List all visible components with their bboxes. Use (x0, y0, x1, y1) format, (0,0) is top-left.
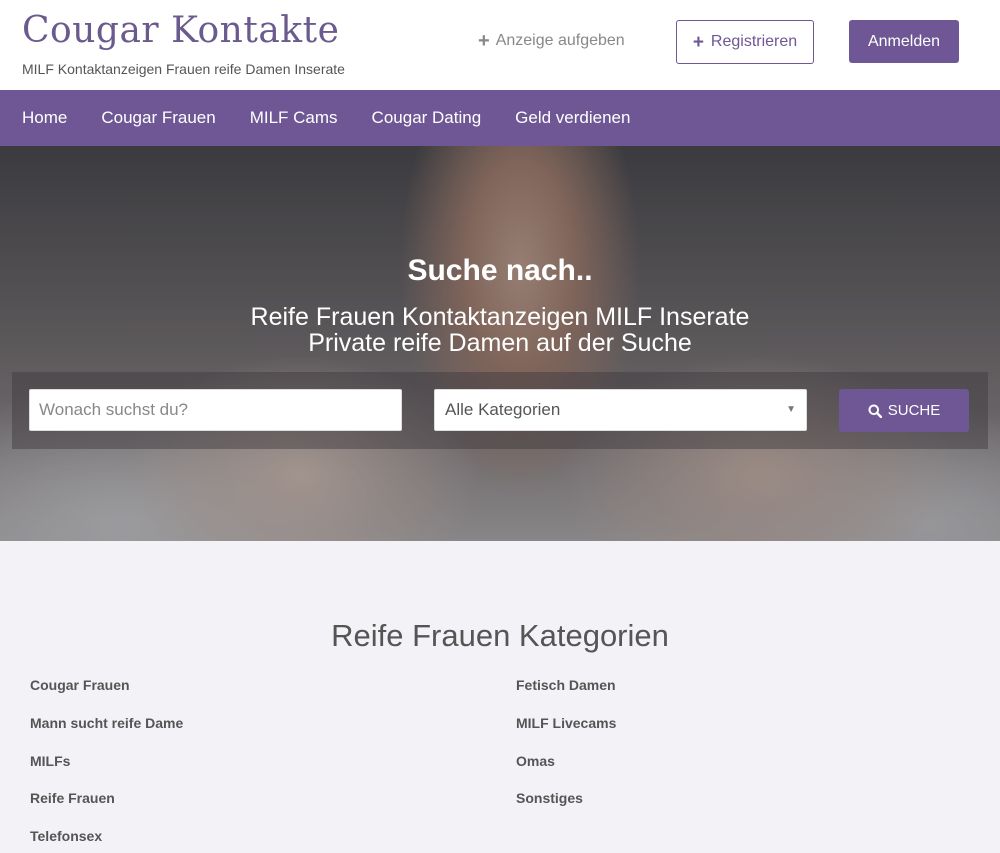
caret-down-icon: ▼ (786, 404, 796, 415)
category-link-mann-sucht-reife-dame[interactable]: Mann sucht reife Dame (30, 715, 183, 731)
search-button-label: SUCHE (887, 402, 941, 419)
nav-item-milf-cams[interactable]: MILF Cams (250, 108, 338, 128)
register-label: Registrieren (710, 33, 798, 50)
site-header: Cougar Kontakte MILF Kontaktanzeigen Fra… (0, 0, 1000, 90)
hero-subtitle-line-2: Private reife Damen auf der Suche (308, 329, 692, 357)
search-icon (868, 404, 882, 418)
categories-heading: Reife Frauen Kategorien (331, 618, 669, 653)
nav-item-cougar-dating[interactable]: Cougar Dating (372, 108, 482, 128)
post-ad-link[interactable]: + Anzeige aufgeben (478, 31, 625, 51)
main-nav: Home Cougar Frauen MILF Cams Cougar Dati… (0, 90, 1000, 146)
category-select-value: Alle Kategorien (445, 400, 561, 419)
site-tagline: MILF Kontaktanzeigen Frauen reife Damen … (22, 61, 345, 77)
post-ad-label: Anzeige aufgeben (495, 32, 625, 49)
hero-banner: Suche nach.. Reife Frauen Kontaktanzeige… (0, 146, 1000, 541)
nav-item-home[interactable]: Home (22, 108, 67, 128)
login-button[interactable]: Anmelden (849, 20, 959, 63)
category-link-sonstiges[interactable]: Sonstiges (516, 790, 583, 806)
register-button[interactable]: + Registrieren (676, 20, 814, 64)
search-button[interactable]: SUCHE (839, 389, 969, 432)
hero-subtitle-line-1: Reife Frauen Kontaktanzeigen MILF Insera… (250, 303, 750, 331)
category-link-cougar-frauen[interactable]: Cougar Frauen (30, 677, 130, 693)
nav-item-geld-verdienen[interactable]: Geld verdienen (515, 108, 630, 128)
nav-item-cougar-frauen[interactable]: Cougar Frauen (101, 108, 215, 128)
site-title[interactable]: Cougar Kontakte (22, 10, 339, 51)
category-link-milf-livecams[interactable]: MILF Livecams (516, 715, 616, 731)
category-link-omas[interactable]: Omas (516, 753, 555, 769)
category-link-milfs[interactable]: MILFs (30, 753, 70, 769)
plus-icon: + (692, 31, 704, 53)
hero-title: Suche nach.. (407, 254, 593, 287)
category-link-reife-frauen[interactable]: Reife Frauen (30, 790, 115, 806)
category-link-telefonsex[interactable]: Telefonsex (30, 828, 102, 844)
search-input[interactable] (29, 389, 402, 431)
category-link-fetisch-damen[interactable]: Fetisch Damen (516, 677, 616, 693)
plus-icon: + (478, 30, 490, 52)
category-select[interactable]: Alle Kategorien ▼ (434, 389, 807, 431)
